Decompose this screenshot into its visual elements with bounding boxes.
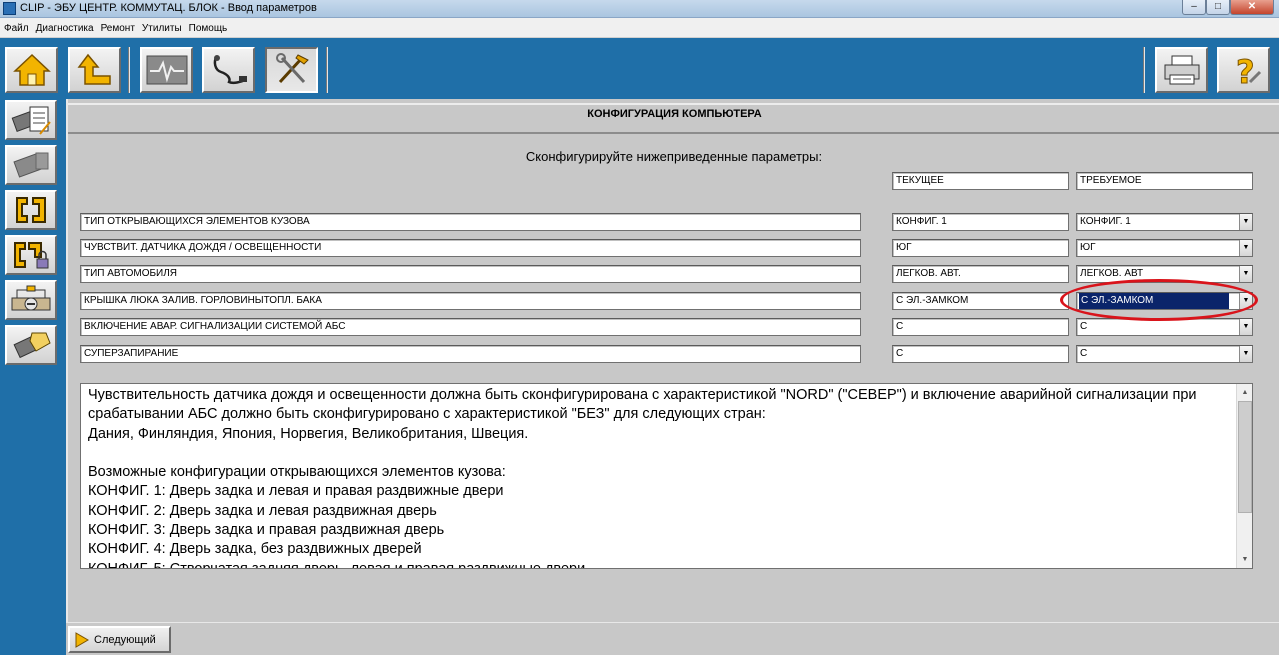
next-button[interactable]: Следующий: [68, 626, 171, 653]
probe-icon: [213, 55, 247, 85]
title-bar: CLIP - ЭБУ ЦЕНТР. КОММУТАЦ. БЛОК - Ввод …: [0, 0, 1279, 18]
required-dropdown[interactable]: КОНФИГ. 1 ▼: [1076, 213, 1253, 231]
required-value: С: [1080, 321, 1088, 332]
ecu-gray-icon: [13, 152, 49, 178]
chevron-down-icon[interactable]: ▼: [1239, 319, 1252, 335]
home-icon: [12, 53, 51, 86]
help-icon: ?: [1235, 53, 1261, 88]
scroll-down-button[interactable]: ▼: [1238, 552, 1252, 567]
ecu-identification-button[interactable]: [5, 100, 57, 140]
chevron-down-icon[interactable]: ▼: [1239, 240, 1252, 256]
bottom-bar: Следующий: [66, 622, 1279, 655]
menu-repair[interactable]: Ремонт: [97, 19, 138, 34]
highlight-annotation: [1060, 279, 1258, 321]
main-toolbar: ?: [0, 38, 1279, 99]
connector-button[interactable]: [5, 190, 57, 230]
required-value: ЮГ: [1080, 242, 1096, 253]
print-button[interactable]: [1155, 47, 1208, 93]
menu-file[interactable]: Файл: [0, 19, 32, 34]
column-header-required: ТРЕБУЕМОЕ: [1076, 172, 1253, 190]
current-value: ЛЕГКОВ. АВТ.: [892, 265, 1069, 283]
probe-button[interactable]: [202, 47, 255, 93]
vertical-scrollbar[interactable]: ▲ ▼: [1236, 384, 1252, 568]
chevron-down-icon[interactable]: ▼: [1239, 214, 1252, 230]
connector-lock-button[interactable]: [5, 235, 57, 275]
current-value: С: [892, 345, 1069, 363]
home-button[interactable]: [5, 47, 58, 93]
chevron-down-icon[interactable]: ▼: [1239, 266, 1252, 282]
param-label: КРЫШКА ЛЮКА ЗАЛИВ. ГОРЛОВИНЫТОПЛ. БАКА: [80, 292, 861, 310]
tools-icon: [275, 53, 309, 84]
minimize-button[interactable]: ‒: [1182, 0, 1206, 15]
up-arrow-icon: [77, 53, 111, 85]
param-label: ВКЛЮЧЕНИЕ АВАР. СИГНАЛИЗАЦИИ СИСТЕМОЙ АБ…: [80, 318, 861, 336]
scroll-thumb[interactable]: [1238, 401, 1252, 513]
next-button-label: Следующий: [94, 633, 156, 646]
app-icon: [3, 2, 16, 15]
measurements-button[interactable]: [140, 47, 193, 93]
current-value: КОНФИГ. 1: [892, 213, 1069, 231]
page-title: КОНФИГУРАЦИЯ КОМПЬЮТЕРА: [587, 108, 762, 120]
required-value: С: [1080, 348, 1088, 359]
svg-text:?: ?: [1236, 53, 1255, 88]
play-arrow-icon: [75, 631, 89, 648]
maximize-button[interactable]: □: [1206, 0, 1230, 15]
toolbar-separator: [1143, 47, 1145, 93]
help-button[interactable]: ?: [1217, 47, 1270, 93]
main-panel: КОНФИГУРАЦИЯ КОМПЬЮТЕРА Сконфигурируйте …: [66, 99, 1279, 622]
menu-bar: Файл Диагностика Ремонт Утилиты Помощь: [0, 18, 1279, 38]
toolbar-separator: [326, 47, 328, 93]
current-value: С: [892, 318, 1069, 336]
required-dropdown[interactable]: С ▼: [1076, 345, 1253, 363]
param-label: ТИП ОТКРЫВАЮЩИХСЯ ЭЛЕМЕНТОВ КУЗОВА: [80, 213, 861, 231]
menu-utilities[interactable]: Утилиты: [138, 19, 185, 34]
scroll-up-button[interactable]: ▲: [1238, 385, 1252, 400]
component-test-button[interactable]: [5, 280, 57, 320]
printer-icon: [1164, 55, 1199, 85]
tools-button[interactable]: [265, 47, 318, 93]
instruction-text: Сконфигурируйте нижеприведенные параметр…: [525, 149, 823, 164]
param-label: ЧУВСТВИТ. ДАТЧИКА ДОЖДЯ / ОСВЕЩЕННОСТИ: [80, 239, 861, 257]
menu-help[interactable]: Помощь: [185, 19, 231, 34]
connector-lock-icon: [14, 242, 49, 269]
current-value: ЮГ: [892, 239, 1069, 257]
toolbar-separator: [128, 47, 130, 93]
component-test-icon: [11, 285, 51, 311]
connector-icon: [16, 197, 46, 223]
ecu-faults-button[interactable]: [5, 145, 57, 185]
required-dropdown[interactable]: ЮГ ▼: [1076, 239, 1253, 257]
clear-button[interactable]: [5, 325, 57, 365]
eraser-icon: [13, 332, 51, 359]
menu-diagnostics[interactable]: Диагностика: [32, 19, 97, 34]
back-up-button[interactable]: [68, 47, 121, 93]
ecu-document-icon: [11, 106, 51, 135]
required-value: КОНФИГ. 1: [1080, 216, 1131, 227]
column-header-current: ТЕКУЩЕЕ: [892, 172, 1069, 190]
oscilloscope-icon: [146, 55, 187, 85]
info-text-box[interactable]: Чувствительность датчика дождя и освещен…: [80, 383, 1253, 569]
param-label: СУПЕРЗАПИРАНИЕ: [80, 345, 861, 363]
chevron-down-icon[interactable]: ▼: [1239, 346, 1252, 362]
current-value: С ЭЛ.-ЗАМКОМ: [892, 292, 1069, 310]
required-value: ЛЕГКОВ. АВТ: [1080, 268, 1144, 279]
param-label: ТИП АВТОМОБИЛЯ: [80, 265, 861, 283]
info-text: Чувствительность датчика дождя и освещен…: [88, 387, 1197, 569]
window-title: CLIP - ЭБУ ЦЕНТР. КОММУТАЦ. БЛОК - Ввод …: [20, 2, 317, 14]
close-button[interactable]: ✕: [1230, 0, 1274, 15]
